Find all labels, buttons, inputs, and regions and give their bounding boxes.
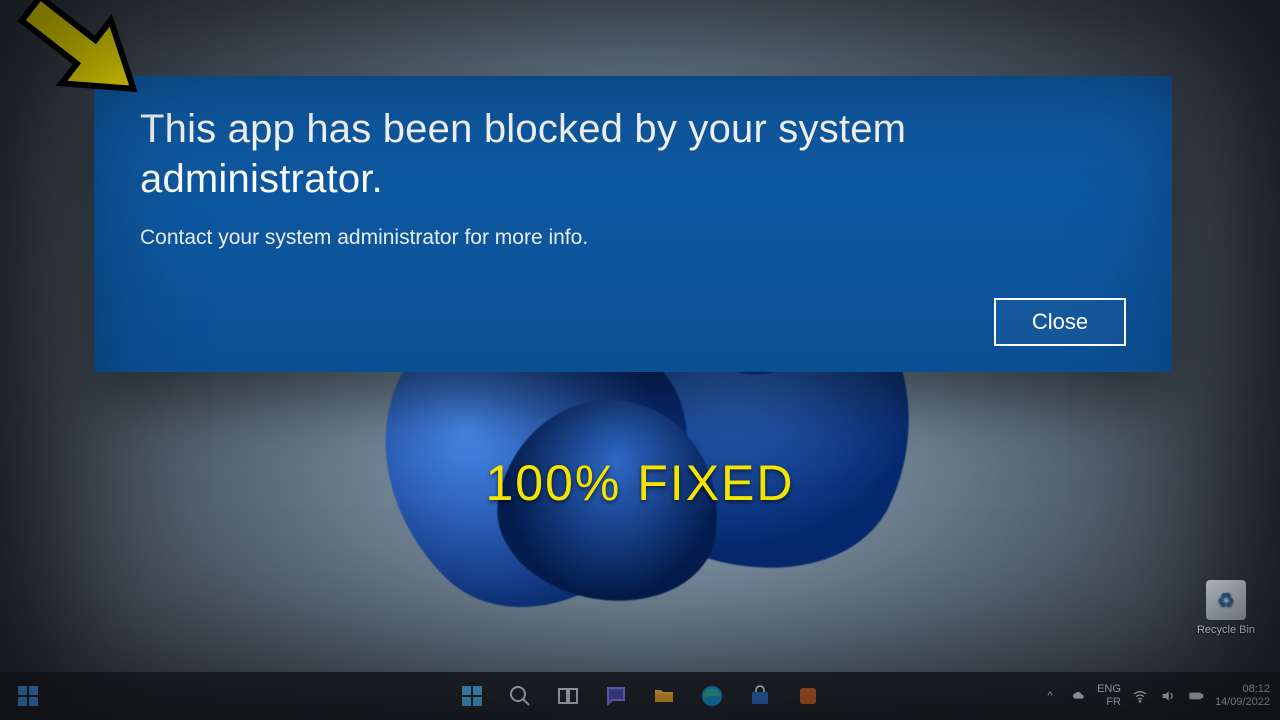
recycle-bin-icon: ♻ — [1206, 580, 1246, 620]
blocked-app-dialog: This app has been blocked by your system… — [94, 76, 1172, 372]
close-button[interactable]: Close — [994, 298, 1126, 346]
clock-time: 08:12 — [1215, 683, 1270, 696]
desktop-viewport: ♻ Recycle Bin This app has been blocked … — [0, 0, 1280, 720]
clock-date: 14/09/2022 — [1215, 696, 1270, 709]
onedrive-icon[interactable] — [1069, 688, 1087, 704]
clock[interactable]: 08:12 14/09/2022 — [1215, 683, 1270, 708]
widgets-button[interactable] — [8, 676, 48, 716]
battery-icon[interactable] — [1187, 688, 1205, 704]
language-indicator[interactable]: ENG FR — [1097, 683, 1121, 708]
tray-overflow-button[interactable]: ^ — [1041, 690, 1059, 702]
desktop-icon-recycle-bin[interactable]: ♻ Recycle Bin — [1194, 580, 1258, 636]
file-explorer-button[interactable] — [644, 676, 684, 716]
taskbar-center — [452, 676, 828, 716]
chat-button[interactable] — [596, 676, 636, 716]
pinned-app-button[interactable] — [788, 676, 828, 716]
search-button[interactable] — [500, 676, 540, 716]
task-view-button[interactable] — [548, 676, 588, 716]
network-icon[interactable] — [1131, 688, 1149, 704]
store-button[interactable] — [740, 676, 780, 716]
edge-button[interactable] — [692, 676, 732, 716]
start-button[interactable] — [452, 676, 492, 716]
system-tray: ^ ENG FR 08:12 14/09/2022 — [1041, 672, 1270, 720]
language-top: ENG — [1097, 683, 1121, 696]
overlay-caption: 100% FIXED — [0, 454, 1280, 512]
desktop-icon-label: Recycle Bin — [1194, 624, 1258, 636]
volume-icon[interactable] — [1159, 688, 1177, 704]
dialog-title: This app has been blocked by your system… — [140, 104, 1126, 204]
language-bottom: FR — [1097, 696, 1121, 709]
taskbar: ^ ENG FR 08:12 14/09/2022 — [0, 672, 1280, 720]
dialog-subtitle: Contact your system administrator for mo… — [140, 226, 1126, 250]
